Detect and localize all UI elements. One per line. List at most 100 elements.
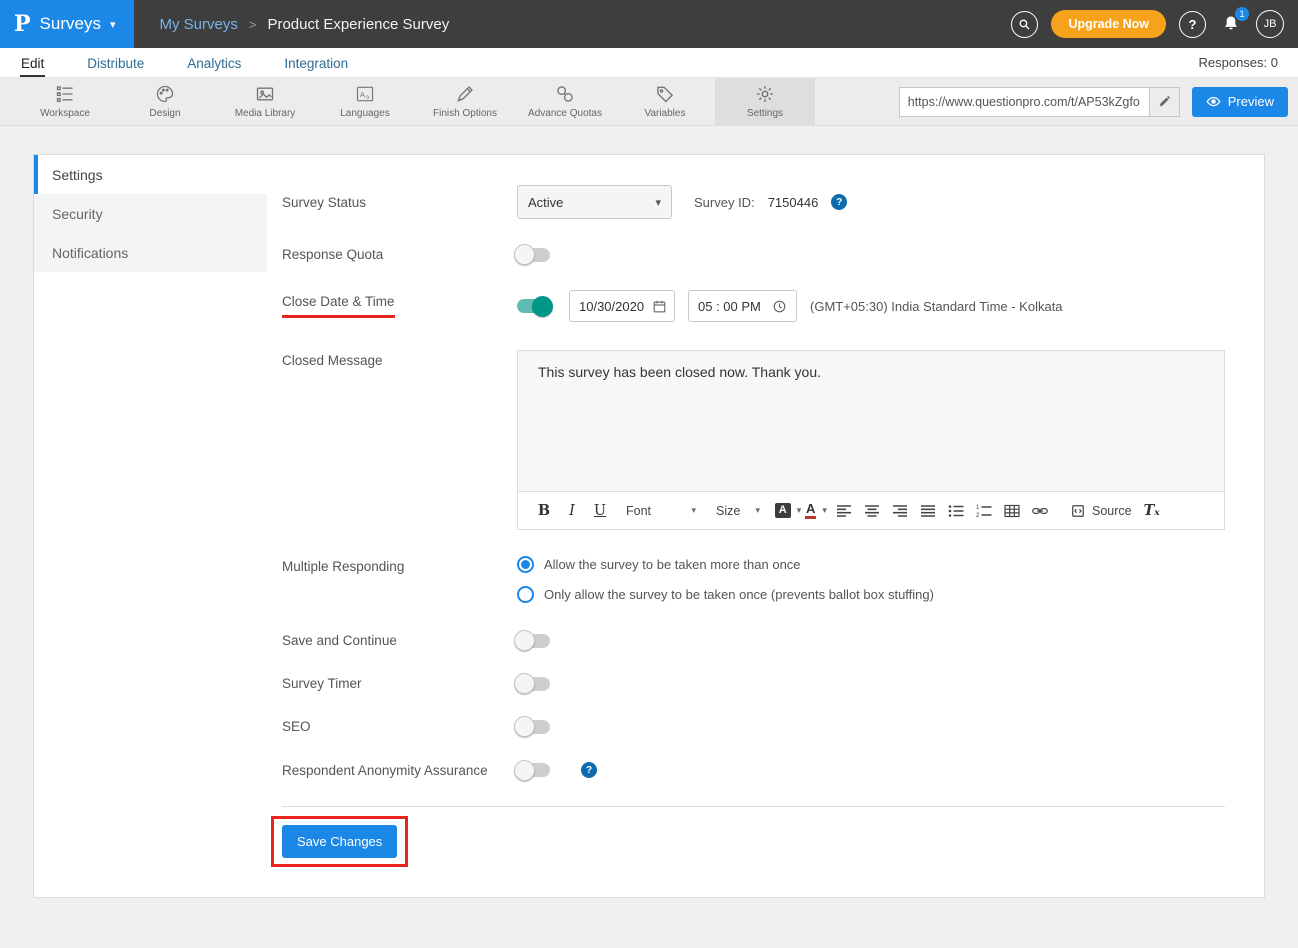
radio-only-once[interactable]: Only allow the survey to be taken once (… bbox=[517, 586, 934, 603]
save-continue-toggle[interactable] bbox=[517, 634, 550, 648]
calendar-icon bbox=[652, 299, 667, 314]
page-body: Settings Security Notifications Survey S… bbox=[0, 126, 1298, 926]
underline-button[interactable]: U bbox=[586, 498, 614, 524]
table-icon bbox=[1004, 504, 1020, 518]
app-switcher[interactable]: P Surveys ▾ bbox=[0, 0, 134, 48]
insert-table-button[interactable] bbox=[998, 498, 1026, 524]
sidebar-item-settings[interactable]: Settings bbox=[34, 155, 267, 194]
chevron-down-icon: ▾ bbox=[755, 505, 760, 516]
breadcrumb-separator: > bbox=[249, 17, 257, 32]
close-date-label: Close Date & Time bbox=[282, 294, 395, 318]
background-color-icon: A bbox=[775, 503, 791, 518]
help-button[interactable]: ? bbox=[1179, 11, 1206, 38]
edit-url-button[interactable] bbox=[1149, 88, 1179, 116]
breadcrumb-my-surveys[interactable]: My Surveys bbox=[160, 16, 238, 33]
closed-message-input[interactable]: This survey has been closed now. Thank y… bbox=[518, 351, 1224, 491]
font-dropdown[interactable]: Font ▾ bbox=[620, 498, 702, 524]
toolbar-item-workspace[interactable]: Workspace bbox=[15, 78, 115, 125]
insert-link-button[interactable] bbox=[1026, 498, 1054, 524]
survey-id-label: Survey ID: bbox=[694, 195, 755, 210]
response-quota-toggle[interactable] bbox=[517, 248, 550, 262]
svg-text:A: A bbox=[360, 90, 365, 99]
bullet-list-button[interactable] bbox=[942, 498, 970, 524]
top-header: P Surveys ▾ My Surveys > Product Experie… bbox=[0, 0, 1298, 48]
save-changes-button[interactable]: Save Changes bbox=[282, 825, 397, 858]
notifications-button[interactable]: 1 bbox=[1219, 12, 1243, 36]
bold-button[interactable]: B bbox=[530, 498, 558, 524]
search-button[interactable] bbox=[1011, 11, 1038, 38]
remove-format-button[interactable]: Tₓ bbox=[1138, 498, 1166, 524]
tab-integration[interactable]: Integration bbox=[283, 51, 349, 77]
tool-label: Languages bbox=[340, 108, 390, 119]
avatar[interactable]: JB bbox=[1256, 10, 1284, 38]
tool-label: Media Library bbox=[235, 108, 296, 119]
tab-distribute[interactable]: Distribute bbox=[86, 51, 145, 77]
seo-toggle[interactable] bbox=[517, 720, 550, 734]
clock-icon bbox=[772, 299, 787, 314]
sidebar-item-security[interactable]: Security bbox=[34, 194, 267, 233]
toolbar-item-settings[interactable]: Settings bbox=[715, 78, 815, 125]
align-right-button[interactable] bbox=[886, 498, 914, 524]
close-date-value: 10/30/2020 bbox=[579, 299, 644, 314]
survey-timer-row: Survey Timer bbox=[282, 676, 1225, 691]
tab-analytics[interactable]: Analytics bbox=[186, 51, 242, 77]
radio-selected-icon bbox=[517, 556, 534, 573]
align-right-icon bbox=[892, 504, 908, 518]
align-left-button[interactable] bbox=[830, 498, 858, 524]
toolbar-item-variables[interactable]: Variables bbox=[615, 78, 715, 125]
survey-id-value: 7150446 bbox=[768, 195, 819, 210]
closed-message-label: Closed Message bbox=[282, 350, 517, 368]
palette-icon bbox=[155, 84, 175, 104]
rich-text-toolbar: B I U Font ▾ Size ▾ A ▾ bbox=[518, 491, 1224, 529]
italic-button[interactable]: I bbox=[558, 498, 586, 524]
radio-allow-multiple[interactable]: Allow the survey to be taken more than o… bbox=[517, 556, 801, 573]
annotation-highlight-box: Save Changes bbox=[271, 816, 408, 867]
close-time-value: 05 : 00 PM bbox=[698, 299, 761, 314]
anonymity-help-icon[interactable]: ? bbox=[581, 762, 597, 778]
settings-form: Survey Status Active ▾ Survey ID: 715044… bbox=[267, 155, 1265, 897]
toolbar-item-design[interactable]: Design bbox=[115, 78, 215, 125]
sidebar-item-notifications[interactable]: Notifications bbox=[34, 233, 267, 272]
source-icon bbox=[1070, 504, 1086, 518]
radio-only-once-label: Only allow the survey to be taken once (… bbox=[544, 587, 934, 602]
preview-button[interactable]: Preview bbox=[1192, 87, 1288, 117]
survey-url-input[interactable] bbox=[900, 88, 1149, 116]
tab-edit[interactable]: Edit bbox=[20, 51, 45, 77]
survey-id-help-icon[interactable]: ? bbox=[831, 194, 847, 210]
tool-label: Workspace bbox=[40, 108, 90, 119]
source-label: Source bbox=[1092, 504, 1132, 518]
size-dropdown[interactable]: Size ▾ bbox=[710, 498, 766, 524]
pencil-icon bbox=[1158, 95, 1171, 108]
toolbar-item-media-library[interactable]: Media Library bbox=[215, 78, 315, 125]
svg-text:1: 1 bbox=[976, 505, 980, 511]
close-date-row: Close Date & Time 10/30/2020 05 : 00 PM bbox=[282, 290, 1225, 322]
chevron-down-icon: ▾ bbox=[110, 18, 116, 31]
tag-icon bbox=[655, 84, 675, 104]
numbered-list-button[interactable]: 12 bbox=[970, 498, 998, 524]
toolbar-item-advance-quotas[interactable]: Advance Quotas bbox=[515, 78, 615, 125]
responses-count: Responses: 0 bbox=[1199, 55, 1279, 77]
svg-text:a: a bbox=[366, 95, 370, 101]
toolbar-item-finish-options[interactable]: Finish Options bbox=[415, 78, 515, 125]
align-justify-button[interactable] bbox=[914, 498, 942, 524]
tool-label: Variables bbox=[645, 108, 686, 119]
align-left-icon bbox=[836, 504, 852, 518]
align-center-button[interactable] bbox=[858, 498, 886, 524]
close-date-input[interactable]: 10/30/2020 bbox=[569, 290, 675, 322]
toolbar-item-languages[interactable]: Aa Languages bbox=[315, 78, 415, 125]
radio-unselected-icon bbox=[517, 586, 534, 603]
breadcrumb-current-survey: Product Experience Survey bbox=[267, 16, 449, 33]
survey-status-select[interactable]: Active ▾ bbox=[517, 185, 672, 219]
anonymity-toggle[interactable] bbox=[517, 763, 550, 777]
upgrade-now-button[interactable]: Upgrade Now bbox=[1051, 10, 1166, 38]
survey-timer-toggle[interactable] bbox=[517, 677, 550, 691]
text-color-button[interactable]: A ▾ bbox=[802, 498, 830, 524]
question-mark-icon: ? bbox=[1189, 17, 1197, 32]
background-color-button[interactable]: A ▾ bbox=[774, 498, 802, 524]
source-button[interactable]: Source bbox=[1064, 498, 1138, 524]
close-time-input[interactable]: 05 : 00 PM bbox=[688, 290, 797, 322]
close-date-toggle[interactable] bbox=[517, 299, 550, 313]
closed-message-row: Closed Message This survey has been clos… bbox=[282, 350, 1225, 530]
link-icon bbox=[1032, 504, 1048, 518]
tool-label: Settings bbox=[747, 108, 783, 119]
